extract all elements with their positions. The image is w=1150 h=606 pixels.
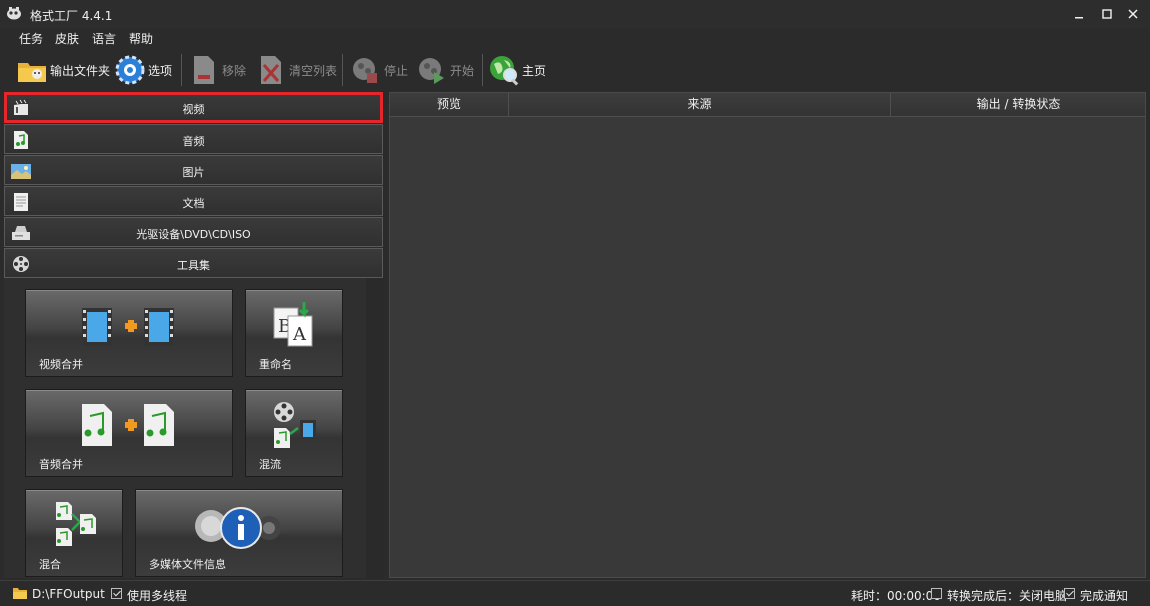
column-source[interactable]: 来源 [509,93,891,116]
tool-rename[interactable]: BA 重命名 [245,289,343,377]
tool-mix[interactable]: 混合 [25,489,123,577]
notify-checkbox[interactable] [1064,588,1075,599]
menu-task[interactable]: 任务 [19,30,43,47]
shutdown-after-convert-checkbox[interactable] [931,588,942,599]
toolbar-separator [482,54,483,86]
toolbar-separator [181,54,182,86]
output-folder-button[interactable]: 输出文件夹 [16,52,110,88]
menu-skin[interactable]: 皮肤 [55,30,79,47]
svg-text:A: A [292,324,307,345]
maximize-button[interactable] [1096,4,1118,24]
clear-list-button[interactable]: 清空列表 [255,52,337,88]
stop-icon [350,54,382,86]
gear-icon [114,54,146,86]
stop-button[interactable]: 停止 [350,52,408,88]
globe-search-icon [488,54,520,86]
close-button[interactable] [1122,4,1144,24]
remove-document-icon [188,54,220,86]
menu-language[interactable]: 语言 [92,30,116,47]
start-icon [416,54,448,86]
title-bar: 格式工厂 4.4.1 [0,0,1150,28]
output-path[interactable]: D:\FFOutput [32,587,105,601]
status-bar: D:\FFOutput 使用多线程 耗时：00:00:00 转换完成后：关闭电脑… [0,580,1150,606]
tool-audio-merge[interactable]: 音频合并 [25,389,233,477]
category-video[interactable]: 视频 [4,92,383,123]
column-preview[interactable]: 预览 [390,93,509,116]
rename-icon: BA [270,300,320,350]
task-list[interactable]: 预览 来源 输出 / 转换状态 [389,92,1146,578]
start-button[interactable]: 开始 [416,52,474,88]
toolbar-separator [342,54,343,86]
media-info-icon [191,498,291,554]
options-button[interactable]: 选项 [114,52,172,88]
home-button[interactable]: 主页 [488,52,546,88]
category-document[interactable]: 文档 [4,186,383,216]
app-logo-icon [6,6,22,20]
elapsed-time: 耗时：00:00:00 [851,589,941,603]
remove-button[interactable]: 移除 [188,52,246,88]
mux-icon [270,400,320,450]
folder-icon [16,54,48,86]
notify-label: 完成通知 [1080,589,1129,603]
tool-video-merge[interactable]: 视频合并 [25,289,233,377]
menu-bar: 任务 皮肤 语言 帮助 [0,28,1150,48]
tool-mux[interactable]: 混流 [245,389,343,477]
column-output-status[interactable]: 输出 / 转换状态 [891,93,1146,116]
task-list-header: 预览 来源 输出 / 转换状态 [390,93,1145,117]
category-toolbox[interactable]: 工具集 [4,248,383,278]
toolbar: 输出文件夹 选项 移除 清空列表 停止 开始 主页 [0,50,1150,90]
folder-icon[interactable] [12,586,28,600]
video-merge-icon [76,304,186,348]
multithread-checkbox[interactable] [111,588,122,599]
tools-panel: 视频合并 BA 重命名 音频合并 混流 混合 多媒体文件信息 [4,278,384,578]
shutdown-after-convert-label: 转换完成后：关闭电脑 [947,589,1068,603]
multithread-label: 使用多线程 [127,589,188,603]
category-optical-drive[interactable]: 光驱设备\DVD\CD\ISO [4,217,383,247]
minimize-button[interactable] [1068,4,1090,24]
clear-list-icon [255,54,287,86]
menu-help[interactable]: 帮助 [129,30,153,47]
tools-scrollbar[interactable] [366,278,384,578]
category-picture[interactable]: 图片 [4,155,383,185]
audio-merge-icon [76,402,186,448]
window-title: 格式工厂 4.4.1 [30,9,113,23]
mix-icon [50,500,100,550]
category-audio[interactable]: 音频 [4,124,383,154]
tool-media-info[interactable]: 多媒体文件信息 [135,489,343,577]
